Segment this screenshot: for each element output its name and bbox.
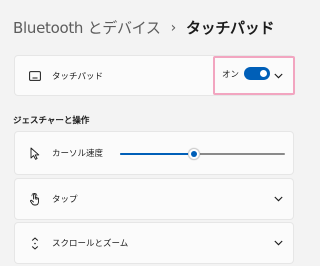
section-heading: ジェスチャーと操作 bbox=[13, 116, 90, 126]
chevron-down-icon[interactable] bbox=[273, 194, 283, 204]
slider-thumb-dot bbox=[191, 151, 198, 157]
chevron-down-icon[interactable] bbox=[273, 238, 283, 248]
scroll-zoom-label: スクロールとズーム bbox=[52, 239, 129, 249]
page-title: タッチパッド bbox=[185, 19, 275, 37]
tap-label: タップ bbox=[52, 195, 78, 205]
tap-card[interactable]: タップ bbox=[14, 178, 294, 220]
scroll-arrows-icon bbox=[28, 236, 42, 250]
scroll-zoom-card[interactable]: スクロールとズーム bbox=[14, 222, 294, 264]
slider-fill bbox=[120, 153, 195, 155]
touchpad-label: タッチパッド bbox=[52, 71, 104, 82]
breadcrumb-separator: › bbox=[170, 19, 177, 36]
cursor-icon bbox=[28, 146, 42, 160]
cursor-speed-label: カーソル速度 bbox=[52, 149, 104, 159]
touchpad-icon bbox=[28, 69, 42, 83]
breadcrumb: Bluetooth とデバイス › タッチパッド bbox=[13, 17, 274, 38]
tap-hand-icon bbox=[28, 192, 42, 206]
toggle-highlight-box bbox=[213, 56, 295, 95]
breadcrumb-parent-link[interactable]: Bluetooth とデバイス bbox=[13, 17, 161, 38]
cursor-speed-slider[interactable] bbox=[120, 148, 285, 160]
touchpad-settings-page: Bluetooth とデバイス › タッチパッド タッチパッド オン ジェスチャ… bbox=[0, 0, 306, 266]
